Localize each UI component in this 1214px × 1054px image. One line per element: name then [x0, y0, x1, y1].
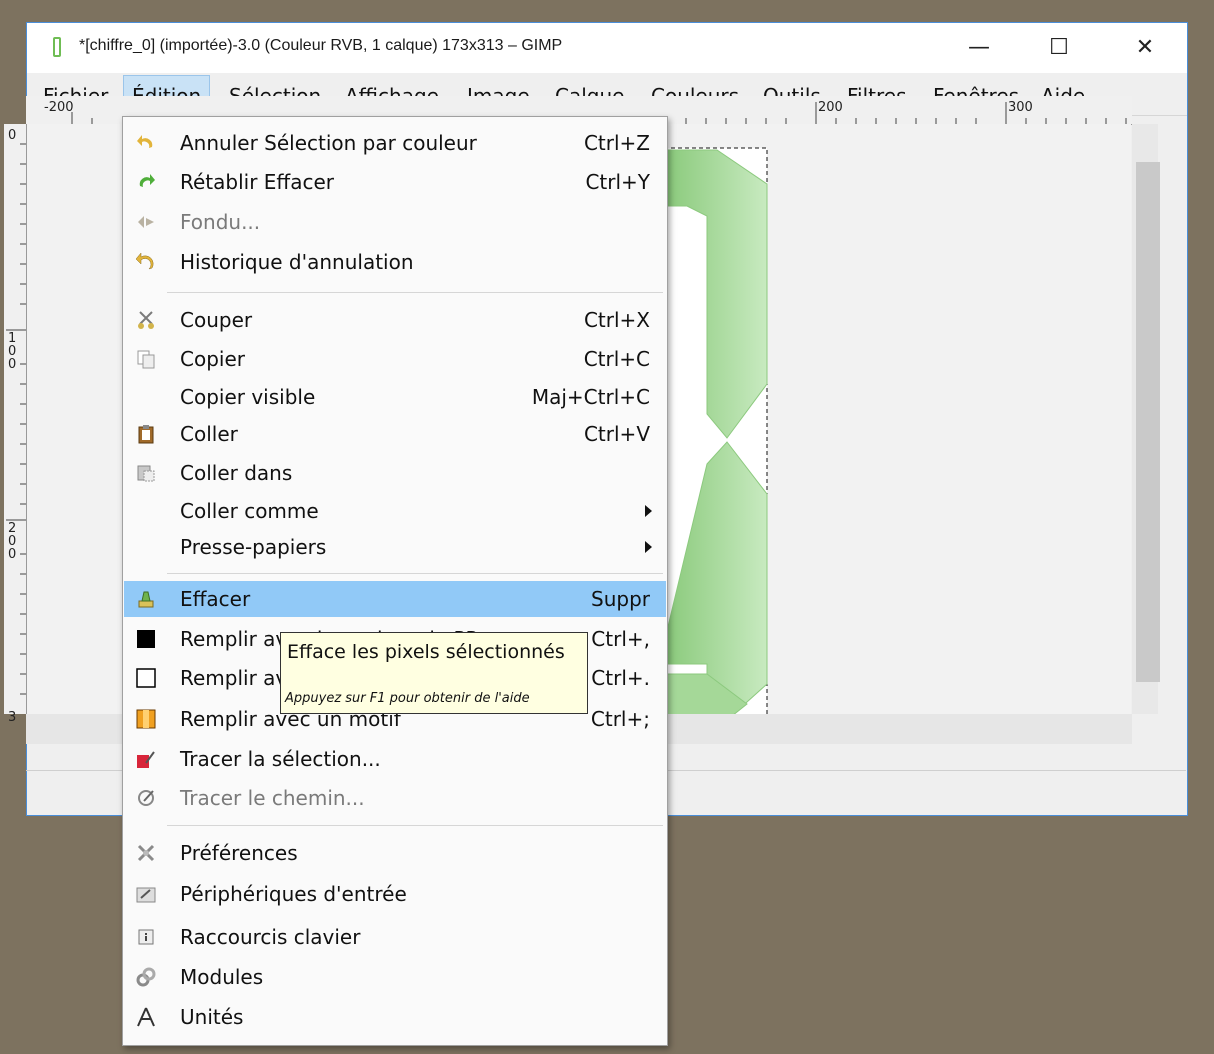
menu-item-undo-history[interactable]: Historique d'annulation — [124, 244, 666, 280]
menu-separator — [167, 292, 663, 293]
menu-item-label: Périphériques d'entrée — [180, 882, 407, 906]
menu-item-paste-into[interactable]: Coller dans — [124, 455, 666, 491]
menu-item-shortcut: Ctrl+, — [591, 627, 650, 651]
menu-item-label: Coller comme — [180, 499, 319, 523]
menu-item-shortcut: Ctrl+C — [583, 347, 650, 371]
menu-item-label: Coller — [180, 422, 238, 446]
undo-history-icon — [136, 252, 154, 270]
menu-item-paste-as[interactable]: Coller comme — [124, 493, 666, 529]
menu-item-label: Tracer le chemin... — [180, 786, 365, 810]
menu-item-label: Historique d'annulation — [180, 250, 414, 274]
fill-pattern-icon — [136, 709, 156, 729]
menu-item-label: Rétablir Effacer — [180, 170, 334, 194]
preferences-icon — [137, 844, 155, 862]
menu-item-shortcut: Ctrl+; — [590, 707, 650, 731]
menu-separator — [167, 573, 663, 574]
fade-icon — [138, 216, 154, 228]
submenu-arrow-icon — [645, 505, 652, 517]
tooltip-text: Efface les pixels sélectionnés — [287, 641, 565, 663]
menu-item-label: Unités — [180, 1005, 244, 1029]
menu-separator — [167, 825, 663, 826]
units-icon — [137, 1007, 155, 1027]
vertical-scrollbar[interactable] — [1132, 124, 1160, 714]
menu-item-label: Effacer — [180, 587, 251, 611]
title-bar: *[chiffre_0] (importée)-3.0 (Couleur RVB… — [27, 23, 1187, 73]
stroke-selection-icon — [137, 751, 155, 768]
menu-item-redo[interactable]: Rétablir Effacer Ctrl+Y — [124, 164, 666, 200]
gimp-app-icon — [53, 37, 61, 57]
fill-bg-icon — [136, 668, 156, 688]
menu-item-copy-visible[interactable]: Copier visible Maj+Ctrl+C — [124, 379, 666, 415]
menu-item-label: Presse-papiers — [180, 535, 327, 559]
submenu-arrow-icon — [645, 541, 652, 553]
menu-item-label: Coller dans — [180, 461, 293, 485]
menu-item-fade[interactable]: Fondu... — [124, 204, 666, 240]
window-title: *[chiffre_0] (importée)-3.0 (Couleur RVB… — [79, 37, 563, 54]
input-devices-icon — [136, 887, 156, 903]
menu-item-keyboard-shortcuts[interactable]: Raccourcis clavier — [124, 919, 666, 955]
menu-item-label: Copier — [180, 347, 245, 371]
tooltip: Efface les pixels sélectionnés Appuyez s… — [280, 632, 588, 714]
menu-item-shortcut: Ctrl+X — [583, 308, 650, 332]
menu-item-preferences[interactable]: Préférences — [124, 835, 666, 871]
menu-item-label: Tracer la sélection... — [180, 747, 381, 771]
paste-icon — [138, 425, 154, 444]
menu-item-copy[interactable]: Copier Ctrl+C — [124, 341, 666, 377]
paste-into-icon — [137, 465, 155, 482]
minimize-button[interactable]: — — [959, 31, 999, 65]
menu-item-shortcut: Ctrl+Z — [583, 131, 650, 155]
fill-fg-icon — [137, 630, 155, 648]
menu-item-shortcut: Ctrl+Y — [585, 170, 650, 194]
copy-icon — [137, 350, 155, 369]
menu-item-undo[interactable]: Annuler Sélection par couleur Ctrl+Z — [124, 125, 666, 161]
menu-item-label: Raccourcis clavier — [180, 925, 361, 949]
ruler-ticks — [6, 143, 26, 695]
maximize-button[interactable]: ☐ — [1039, 31, 1079, 65]
clear-icon — [138, 591, 154, 608]
cut-icon — [138, 311, 154, 329]
menu-item-input-devices[interactable]: Périphériques d'entrée — [124, 876, 666, 912]
menu-item-label: Préférences — [180, 841, 298, 865]
menu-item-modules[interactable]: Modules — [124, 959, 666, 995]
menu-item-shortcut: Suppr — [591, 587, 650, 611]
edition-menu: Annuler Sélection par couleur Ctrl+Z Rét… — [122, 116, 668, 1046]
keyboard-shortcuts-icon — [138, 929, 154, 945]
menu-item-label: Couper — [180, 308, 253, 332]
tooltip-help: Appuyez sur F1 pour obtenir de l'aide — [285, 691, 530, 706]
menu-item-units[interactable]: Unités — [124, 999, 666, 1035]
menu-item-cut[interactable]: Couper Ctrl+X — [124, 302, 666, 338]
modules-icon — [136, 967, 156, 987]
menu-item-stroke-path[interactable]: Tracer le chemin... — [124, 780, 666, 816]
menu-item-shortcut: Ctrl+. — [591, 666, 650, 690]
menu-item-shortcut: Ctrl+V — [583, 422, 650, 446]
menu-item-clear[interactable]: Effacer Suppr — [124, 581, 666, 617]
stroke-path-icon — [138, 790, 154, 806]
menu-item-label: Copier visible — [180, 385, 316, 409]
close-button[interactable]: ✕ — [1125, 31, 1165, 65]
menu-item-stroke-selection[interactable]: Tracer la sélection... — [124, 741, 666, 777]
menu-item-shortcut: Maj+Ctrl+C — [531, 385, 650, 409]
menu-item-paste[interactable]: Coller Ctrl+V — [124, 416, 666, 452]
menu-item-label: Annuler Sélection par couleur — [180, 131, 477, 155]
vertical-ruler[interactable]: 0 100 200 3 — [4, 124, 27, 725]
redo-icon — [139, 174, 155, 187]
menu-item-label: Modules — [180, 965, 264, 989]
menu-item-label: Fondu... — [180, 210, 261, 234]
undo-icon — [137, 135, 153, 148]
vertical-scroll-thumb[interactable] — [1136, 162, 1160, 682]
menu-item-clipboard[interactable]: Presse-papiers — [124, 529, 666, 565]
